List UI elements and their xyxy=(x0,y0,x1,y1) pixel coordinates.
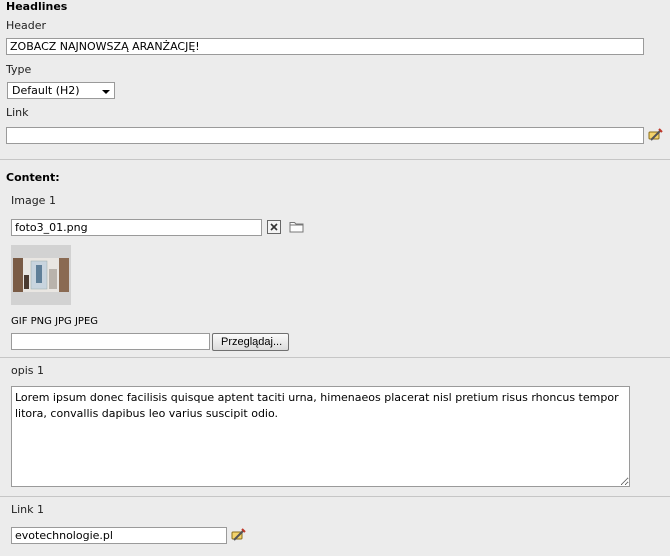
link-wizard-icon[interactable] xyxy=(231,528,246,543)
link-label: Link xyxy=(6,106,29,119)
type-label: Type xyxy=(6,63,32,76)
section-divider xyxy=(0,357,670,358)
link1-input[interactable] xyxy=(11,527,227,544)
link-wizard-icon[interactable] xyxy=(648,128,663,143)
chevron-down-icon xyxy=(102,90,110,94)
section-divider xyxy=(0,159,670,160)
header-input[interactable] xyxy=(6,38,644,55)
image-filename-field[interactable] xyxy=(11,219,262,236)
image-thumbnail xyxy=(11,245,71,305)
folder-icon[interactable] xyxy=(289,220,304,233)
type-select-value: Default (H2) xyxy=(12,84,80,97)
description-label: opis 1 xyxy=(11,364,44,377)
close-icon[interactable] xyxy=(267,220,281,234)
link-input[interactable] xyxy=(6,127,644,144)
header-label: Header xyxy=(6,19,47,32)
headlines-title: Headlines xyxy=(6,0,68,13)
content-element-form: { "headlines": { "section_title": "Headl… xyxy=(0,0,670,556)
file-upload-field[interactable] xyxy=(11,333,210,350)
browse-button[interactable]: Przeglądaj... xyxy=(212,333,289,351)
description-textarea[interactable]: Lorem ipsum donec facilisis quisque apte… xyxy=(11,386,630,487)
content-title: Content: xyxy=(6,171,60,184)
type-select[interactable]: Default (H2) xyxy=(7,82,115,99)
allowed-file-types: GIF PNG JPG JPEG xyxy=(11,316,99,327)
section-divider xyxy=(0,496,670,497)
image-label: Image 1 xyxy=(11,194,56,207)
link1-label: Link 1 xyxy=(11,503,45,516)
